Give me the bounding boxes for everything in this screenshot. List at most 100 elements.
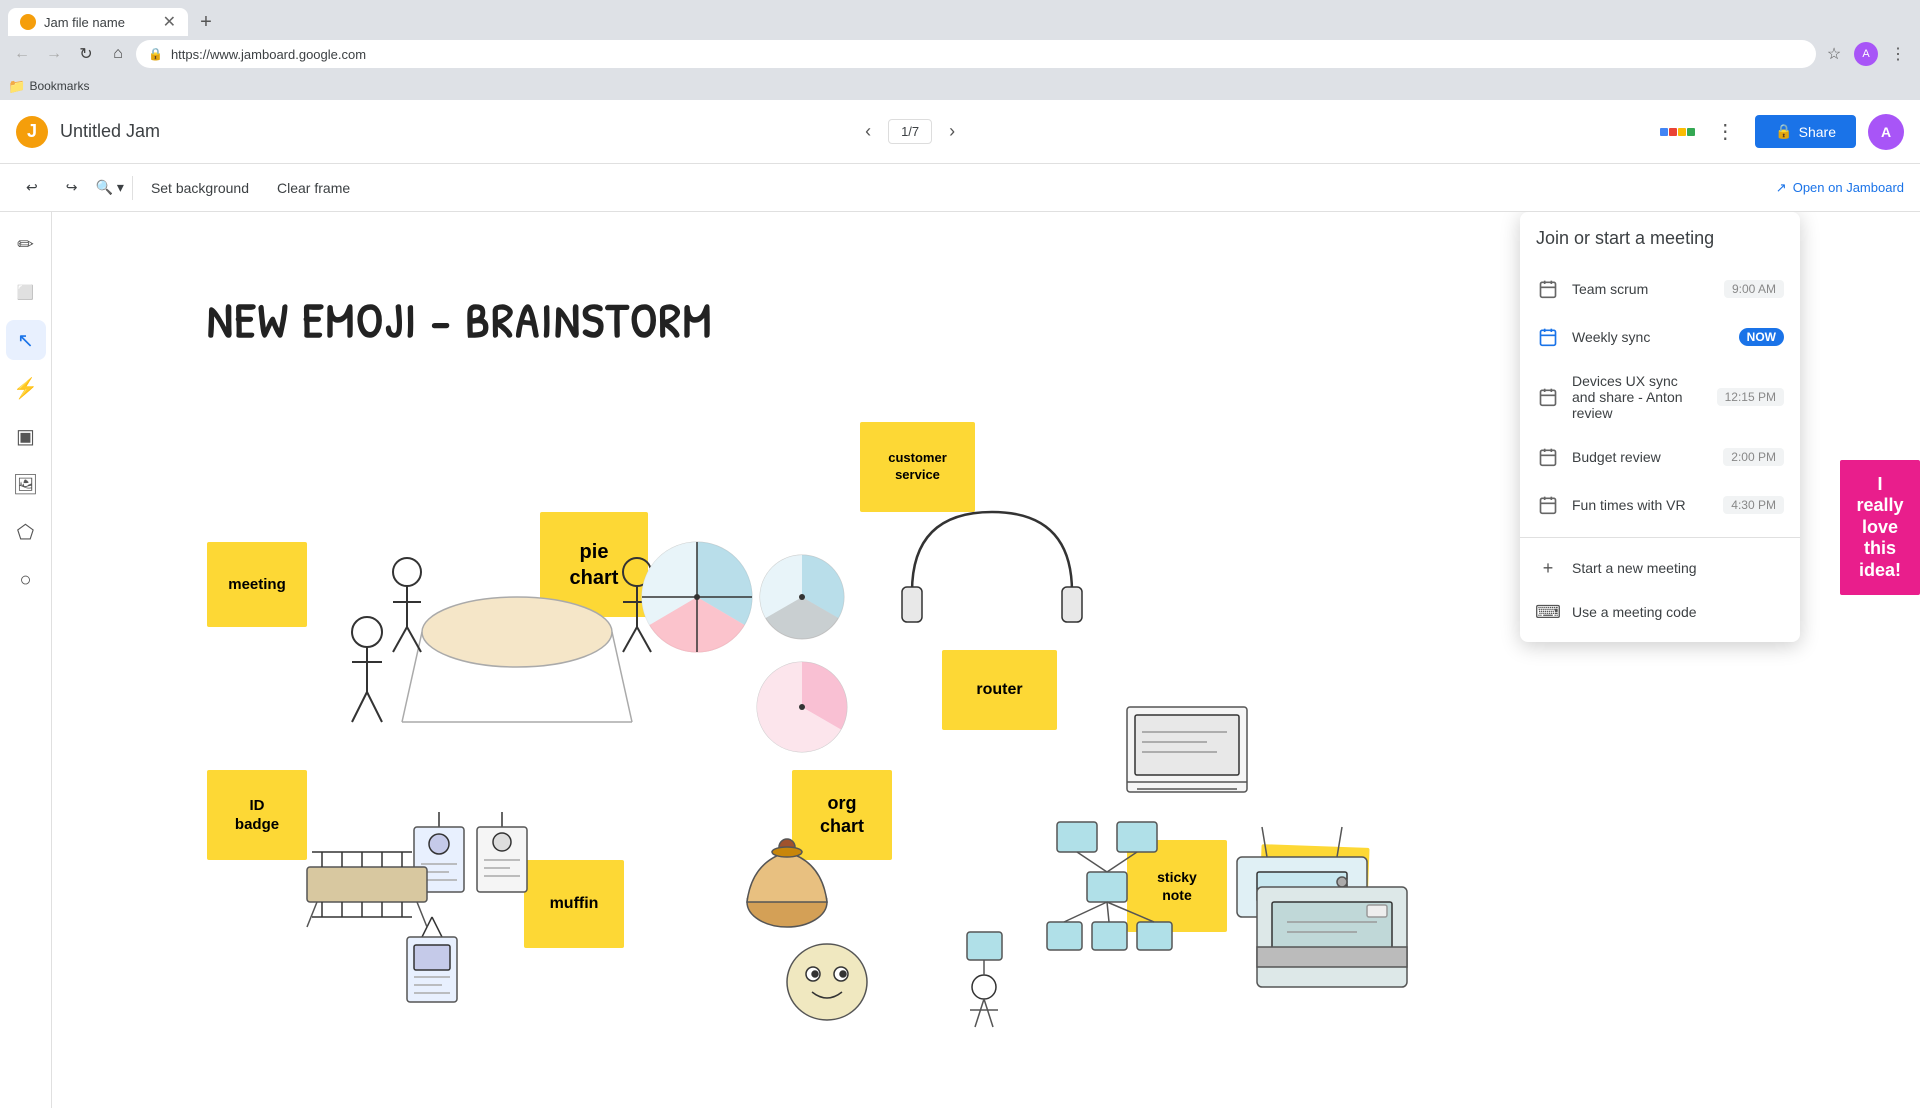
more-options-button[interactable]: ⋮ — [1707, 114, 1743, 150]
header-center: ‹ 1/7 › — [160, 116, 1660, 148]
meeting-time-weekly-sync: NOW — [1739, 328, 1784, 346]
tab-title: Jam file name — [44, 15, 125, 30]
reload-button[interactable]: ↻ — [72, 40, 100, 68]
meeting-time-team-scrum: 9:00 AM — [1724, 280, 1784, 298]
image-tool-button[interactable]: 🖼 — [6, 464, 46, 504]
meeting-time-devices-ux: 12:15 PM — [1717, 388, 1784, 406]
meeting-item-fun-vr[interactable]: Fun times with VR 4:30 PM — [1520, 481, 1800, 529]
set-background-label: Set background — [151, 180, 249, 196]
laser-tool-button[interactable]: ⚡ — [6, 368, 46, 408]
meeting-item-devices-ux[interactable]: Devices UX sync and share - Anton review… — [1520, 361, 1800, 433]
google-meet-button[interactable] — [1660, 128, 1695, 136]
meeting-info-budget-review: Budget review — [1572, 449, 1711, 465]
tab-favicon — [20, 14, 36, 30]
bookmarks-folder-icon: 📁 — [8, 78, 25, 95]
redo-icon: ↪ — [66, 179, 78, 196]
app-toolbar: ↩ ↪ 🔍 ▾ Set background Clear frame ↗ Ope… — [0, 164, 1920, 212]
frame-navigation: ‹ 1/7 › — [852, 116, 968, 148]
header-right: ⋮ 🔒 Share A — [1660, 114, 1904, 150]
back-button[interactable]: ← — [8, 40, 36, 68]
meeting-info-weekly-sync: Weekly sync — [1572, 329, 1727, 345]
meeting-divider — [1520, 537, 1800, 538]
profile-icon[interactable]: A — [1852, 40, 1880, 68]
pen-tool-button[interactable]: ✏ — [6, 224, 46, 264]
pink-card: Ireallylovethisidea! — [1840, 460, 1920, 595]
meeting-info-fun-vr: Fun times with VR — [1572, 497, 1711, 513]
sticky-note-note-text: stickynote — [1157, 868, 1197, 904]
sticky-note-note[interactable]: stickynote — [1127, 840, 1227, 932]
prev-frame-button[interactable]: ‹ — [852, 116, 884, 148]
meeting-info-team-scrum: Team scrum — [1572, 281, 1712, 297]
main-content: ✏ ⬜ ↖ ⚡ ▣ 🖼 ⬠ ○ NEW EMOJI - BRAINSTORM m… — [0, 212, 1920, 1108]
meeting-name-fun-vr: Fun times with VR — [1572, 497, 1711, 513]
left-sidebar: ✏ ⬜ ↖ ⚡ ▣ 🖼 ⬠ ○ — [0, 212, 52, 1108]
bookmarks-label[interactable]: 📁 Bookmarks — [8, 78, 89, 95]
meeting-item-weekly-sync[interactable]: Weekly sync NOW — [1520, 313, 1800, 361]
new-tab-button[interactable]: + — [192, 8, 220, 36]
use-meeting-code-action[interactable]: ⌨ Use a meeting code — [1520, 590, 1800, 634]
select-tool-button[interactable]: ↖ — [6, 320, 46, 360]
meet-yellow — [1678, 128, 1686, 136]
meeting-item-budget-review[interactable]: Budget review 2:00 PM — [1520, 433, 1800, 481]
meeting-dropdown: Join or start a meeting Team scrum 9:00 … — [1520, 212, 1800, 642]
share-button[interactable]: 🔒 Share — [1755, 115, 1856, 148]
canvas-sketches — [207, 442, 907, 1042]
eraser-tool-button[interactable]: ⬜ — [6, 272, 46, 312]
router-note[interactable]: router — [942, 650, 1057, 730]
open-jamboard-label: Open on Jamboard — [1793, 180, 1904, 195]
meet-color-blocks — [1660, 128, 1695, 136]
frame-indicator[interactable]: 1/7 — [888, 119, 932, 144]
share-lock-icon: 🔒 — [1775, 123, 1792, 140]
share-label: Share — [1799, 124, 1836, 140]
open-jamboard-link[interactable]: ↗ Open on Jamboard — [1776, 180, 1904, 196]
sticky-note-tool-button[interactable]: ▣ — [6, 416, 46, 456]
calendar-icon-team-scrum — [1536, 277, 1560, 301]
next-frame-button[interactable]: › — [936, 116, 968, 148]
zoom-icon: 🔍 — [95, 179, 112, 196]
canvas-title: NEW EMOJI - BRAINSTORM — [207, 287, 713, 352]
circle-tool-button[interactable]: ○ — [6, 560, 46, 600]
app-title: Untitled Jam — [60, 121, 160, 142]
pink-card-text: Ireallylovethisidea! — [1856, 474, 1903, 582]
app-header: J Untitled Jam ‹ 1/7 › ⋮ 🔒 Share A — [0, 100, 1920, 164]
url-text: https://www.jamboard.google.com — [171, 47, 366, 62]
browser-tab[interactable]: Jam file name ✕ — [8, 8, 188, 36]
meeting-time-budget-review: 2:00 PM — [1723, 448, 1784, 466]
set-background-button[interactable]: Set background — [141, 174, 259, 202]
more-options-icon[interactable]: ⋮ — [1884, 40, 1912, 68]
calendar-icon-budget-review — [1536, 445, 1560, 469]
forward-button[interactable]: → — [40, 40, 68, 68]
canvas-area[interactable]: NEW EMOJI - BRAINSTORM meeting piechart … — [52, 212, 1920, 1108]
calendar-icon-weekly-sync — [1536, 325, 1560, 349]
undo-button[interactable]: ↩ — [16, 173, 48, 202]
meeting-item-team-scrum[interactable]: Team scrum 9:00 AM — [1520, 265, 1800, 313]
zoom-chevron-icon: ▾ — [117, 179, 124, 196]
bookmarks-bar: 📁 Bookmarks — [0, 72, 1920, 100]
browser-chrome: Jam file name ✕ + ← → ↻ ⌂ 🔒 https://www.… — [0, 0, 1920, 72]
meeting-time-fun-vr: 4:30 PM — [1723, 496, 1784, 514]
start-new-meeting-label: Start a new meeting — [1572, 560, 1697, 576]
plus-icon: + — [1536, 556, 1560, 580]
toolbar-divider — [132, 176, 133, 200]
meeting-name-devices-ux: Devices UX sync and share - Anton review — [1572, 373, 1705, 421]
logo-letter: J — [27, 121, 37, 142]
address-bar[interactable]: 🔒 https://www.jamboard.google.com — [136, 40, 1816, 68]
start-new-meeting-action[interactable]: + Start a new meeting — [1520, 546, 1800, 590]
meet-blue — [1660, 128, 1668, 136]
home-button[interactable]: ⌂ — [104, 40, 132, 68]
user-avatar[interactable]: A — [1868, 114, 1904, 150]
undo-icon: ↩ — [26, 179, 38, 196]
bookmark-star-icon[interactable]: ☆ — [1820, 40, 1848, 68]
meeting-info-devices-ux: Devices UX sync and share - Anton review — [1572, 373, 1705, 421]
shape-tool-button[interactable]: ⬠ — [6, 512, 46, 552]
clear-frame-label: Clear frame — [277, 180, 350, 196]
keyboard-icon: ⌨ — [1536, 600, 1560, 624]
meeting-name-team-scrum: Team scrum — [1572, 281, 1712, 297]
calendar-icon-devices-ux — [1536, 385, 1560, 409]
clear-frame-button[interactable]: Clear frame — [267, 174, 360, 202]
lock-icon: 🔒 — [148, 47, 163, 61]
tab-close-btn[interactable]: ✕ — [163, 12, 176, 32]
meeting-name-budget-review: Budget review — [1572, 449, 1711, 465]
zoom-control[interactable]: 🔍 ▾ — [95, 179, 123, 196]
redo-button[interactable]: ↪ — [56, 173, 88, 202]
